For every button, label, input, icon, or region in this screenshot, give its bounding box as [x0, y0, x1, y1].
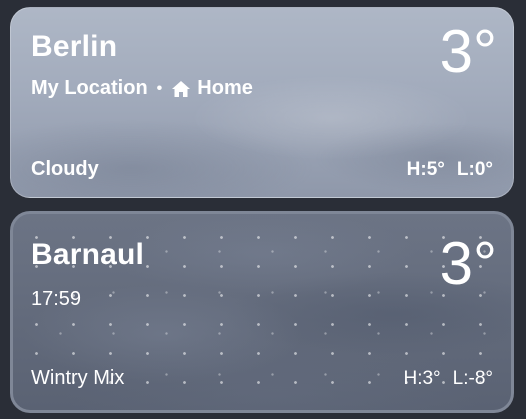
location-subtitle: My Location • Home: [31, 77, 253, 100]
house-icon: [172, 80, 191, 97]
high-temperature: H:3°: [403, 368, 441, 389]
city-name: Berlin: [31, 30, 118, 63]
location-card-content: Barnaul 17:59 3° Wintry Mix H:3° L:-8°: [13, 214, 511, 410]
local-time: 17:59: [31, 288, 81, 311]
current-temperature: 3°: [439, 18, 497, 85]
high-low-temperatures: H:5° L:0°: [407, 159, 493, 181]
location-card-content: Berlin My Location • Home 3° Cloudy H:5°…: [11, 8, 513, 197]
home-label: Home: [197, 77, 253, 99]
location-card-barnaul[interactable]: Barnaul 17:59 3° Wintry Mix H:3° L:-8°: [10, 211, 514, 413]
weather-condition: Wintry Mix: [31, 367, 125, 389]
local-time-value: 17:59: [31, 288, 82, 310]
low-temperature: L:-8°: [452, 368, 493, 389]
high-low-temperatures: H:3° L:-8°: [403, 368, 493, 390]
city-name: Barnaul: [31, 238, 145, 271]
weather-condition: Cloudy: [31, 158, 99, 180]
current-temperature: 3°: [439, 230, 497, 297]
location-card-berlin[interactable]: Berlin My Location • Home 3° Cloudy H:5°…: [10, 7, 514, 198]
separator-dot: •: [156, 79, 163, 97]
low-temperature: L:0°: [456, 159, 493, 180]
my-location-label: My Location: [31, 77, 148, 99]
weather-location-list: Berlin My Location • Home 3° Cloudy H:5°…: [0, 0, 526, 419]
high-temperature: H:5°: [406, 159, 445, 180]
